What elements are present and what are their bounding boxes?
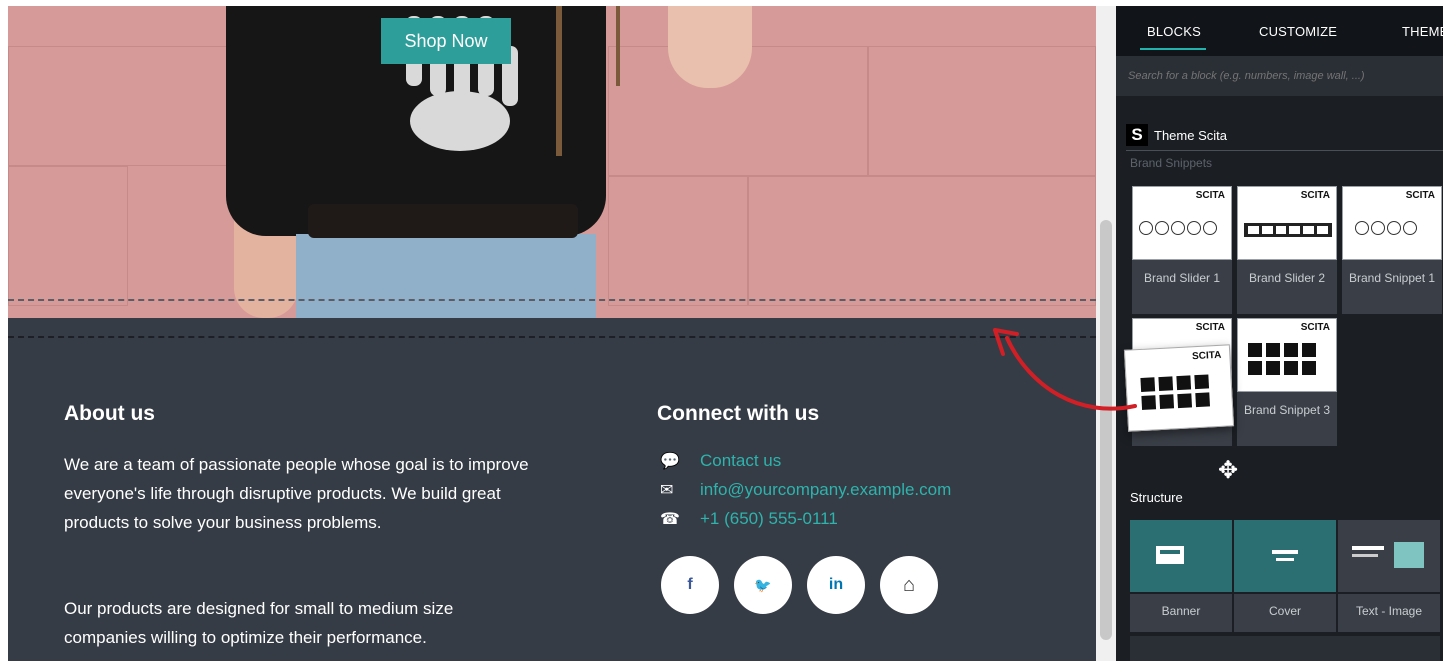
tab-theme[interactable]: THEME — [1402, 24, 1443, 39]
block-text-image[interactable]: Text - Image — [1338, 520, 1440, 632]
editor-panel: BLOCKS CUSTOMIZE THEME S Theme Scita Bra… — [1116, 6, 1443, 661]
text-image-preview-icon — [1352, 542, 1424, 568]
structure-heading: Structure — [1130, 490, 1183, 505]
model-jeans — [296, 234, 596, 318]
cover-preview-icon — [1272, 550, 1298, 561]
active-tab-indicator — [1140, 48, 1206, 50]
email-row: ✉ info@yourcompany.example.com — [660, 480, 951, 500]
theme-category[interactable]: S Theme Scita — [1126, 124, 1443, 146]
panel-tabs: BLOCKS CUSTOMIZE THEME — [1116, 6, 1443, 56]
move-icon: ✥ — [1217, 457, 1239, 484]
snippet-thumbnail: SCITA — [1237, 318, 1337, 392]
scita-brand: SCITA — [1405, 190, 1435, 201]
snippet-brand-slider-2[interactable]: SCITA Brand Slider 2 — [1237, 186, 1337, 314]
snippet-label: Brand Snippet 3 — [1243, 403, 1331, 417]
model-arm — [668, 6, 752, 88]
twitter-icon[interactable]: 🐦 — [734, 556, 792, 614]
phone-link[interactable]: +1 (650) 555-0111 — [700, 509, 838, 529]
snippet-label: Brand Slider 1 — [1143, 271, 1221, 285]
scrollbar-thumb[interactable] — [1100, 220, 1112, 640]
tab-customize[interactable]: CUSTOMIZE — [1259, 24, 1337, 39]
wall-brick — [8, 46, 238, 166]
contact-us-row: 💬 Contact us — [660, 451, 781, 471]
hero-section[interactable]: Shop Now — [8, 6, 1096, 318]
snippet-subcategory[interactable]: Brand Snippets — [1130, 156, 1212, 170]
website-editor: Shop Now About us We are a team of passi… — [0, 0, 1449, 661]
snippet-thumbnail: SCITA — [1237, 186, 1337, 260]
theme-scita-logo: S — [1126, 124, 1148, 146]
scita-brand: SCITA — [1300, 322, 1330, 333]
linkedin-icon[interactable]: in — [807, 556, 865, 614]
snippet-label: Brand Snippet 1 — [1348, 271, 1436, 285]
grid-preview — [1140, 374, 1211, 410]
email-link[interactable]: info@yourcompany.example.com — [700, 480, 951, 500]
snippet-thumbnail: SCITA — [1342, 186, 1442, 260]
snippet-label: Brand Slider 2 — [1248, 271, 1326, 285]
scita-brand: SCITA — [1195, 322, 1225, 333]
footer-section[interactable]: About us We are a team of passionate peo… — [8, 318, 1096, 661]
wall-brick — [868, 46, 1096, 176]
page-canvas: Shop Now About us We are a team of passi… — [8, 6, 1096, 661]
block-banner[interactable]: Banner — [1130, 520, 1232, 632]
circles-preview — [1139, 221, 1217, 235]
annotation-arrow — [993, 328, 1137, 411]
snippet-thumbnail: SCITA — [1132, 186, 1232, 260]
about-us-text: We are a team of passionate people whose… — [64, 455, 529, 532]
cover-thumbnail — [1234, 520, 1336, 592]
scita-brand: SCITA — [1195, 190, 1225, 201]
connect-heading: Connect with us — [657, 402, 820, 425]
block-search-input[interactable] — [1116, 56, 1443, 96]
drop-zone-border — [8, 336, 1096, 338]
snippet-brand-snippet-1[interactable]: SCITA Brand Snippet 1 — [1342, 186, 1442, 314]
model-hair — [556, 6, 562, 156]
wall-brick — [608, 176, 748, 306]
block-row-partial — [1130, 636, 1440, 661]
banner-preview-icon — [1156, 546, 1184, 564]
tab-blocks[interactable]: BLOCKS — [1147, 24, 1201, 39]
comment-icon: 💬 — [660, 453, 680, 470]
block-cover[interactable]: Cover — [1234, 520, 1336, 632]
block-label: Cover — [1234, 594, 1336, 632]
divider — [1126, 150, 1443, 151]
wall-brick — [8, 166, 128, 306]
home-icon[interactable]: ⌂ — [880, 556, 938, 614]
scita-brand: SCITA — [1191, 349, 1222, 363]
block-label: Banner — [1130, 594, 1232, 632]
facebook-icon[interactable]: f — [661, 556, 719, 614]
circles-preview — [1355, 221, 1417, 235]
bar-preview — [1244, 223, 1332, 237]
grid-preview — [1248, 343, 1316, 375]
wall-brick — [748, 176, 1096, 306]
model-belt — [308, 204, 578, 238]
theme-name: Theme Scita — [1154, 127, 1227, 143]
model-hair — [616, 6, 620, 86]
scita-brand: SCITA — [1300, 190, 1330, 201]
envelope-icon: ✉ — [660, 482, 674, 499]
about-us-text: Our products are designed for small to m… — [64, 599, 454, 647]
contact-us-link[interactable]: Contact us — [700, 451, 781, 471]
snippet-brand-slider-1[interactable]: SCITA Brand Slider 1 — [1132, 186, 1232, 314]
phone-icon: ☎ — [660, 511, 680, 528]
about-us-heading: About us — [64, 402, 155, 425]
phone-row: ☎ +1 (650) 555-0111 — [660, 509, 838, 529]
banner-thumbnail — [1130, 520, 1232, 592]
block-label: Text - Image — [1338, 594, 1440, 632]
text-image-thumbnail — [1338, 520, 1440, 592]
shop-now-button[interactable]: Shop Now — [381, 18, 511, 64]
snippet-brand-snippet-3[interactable]: SCITA Brand Snippet 3 — [1237, 318, 1337, 446]
window-edge — [1443, 0, 1449, 661]
drop-zone-border — [8, 299, 1096, 301]
